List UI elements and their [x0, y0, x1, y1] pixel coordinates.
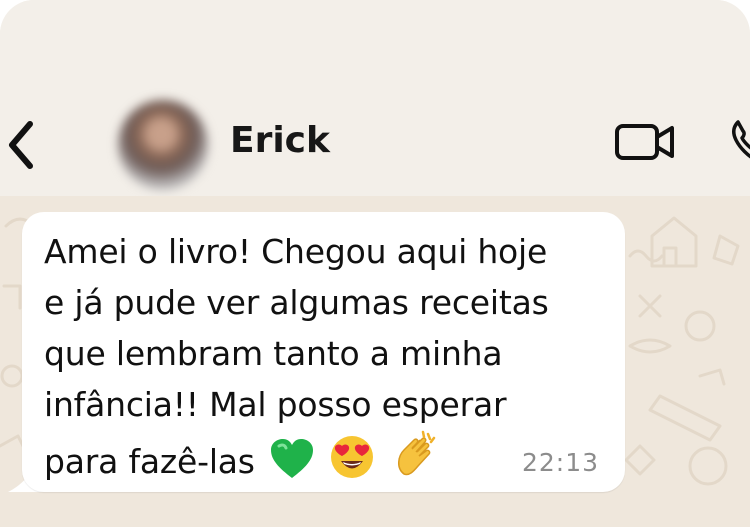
chat-screen: Erick Amei o livro! Chegou aqui hoje e j… [0, 0, 750, 527]
message-last-line: para fazê-las [44, 430, 604, 487]
clapping-hands-icon [397, 430, 435, 476]
message-text: Amei o livro! Chegou aqui hoje e já pude… [44, 226, 604, 487]
message-line: para fazê-las [44, 442, 255, 481]
message-line: infância!! Mal posso esperar [44, 385, 507, 424]
video-camera-icon[interactable] [614, 122, 676, 162]
avatar[interactable] [118, 100, 208, 190]
message-line: que lembram tanto a minha [44, 334, 503, 373]
chevron-left-icon[interactable] [4, 118, 38, 172]
chat-header: Erick [0, 0, 750, 196]
contact-name[interactable]: Erick [230, 120, 330, 161]
message-line: e já pude ver algumas receitas [44, 283, 549, 322]
heart-eyes-icon [331, 436, 374, 478]
phone-icon[interactable] [730, 118, 750, 164]
green-heart-icon [271, 439, 314, 478]
message-line: Amei o livro! Chegou aqui hoje [44, 232, 548, 271]
message-timestamp: 22:13 [522, 448, 600, 477]
